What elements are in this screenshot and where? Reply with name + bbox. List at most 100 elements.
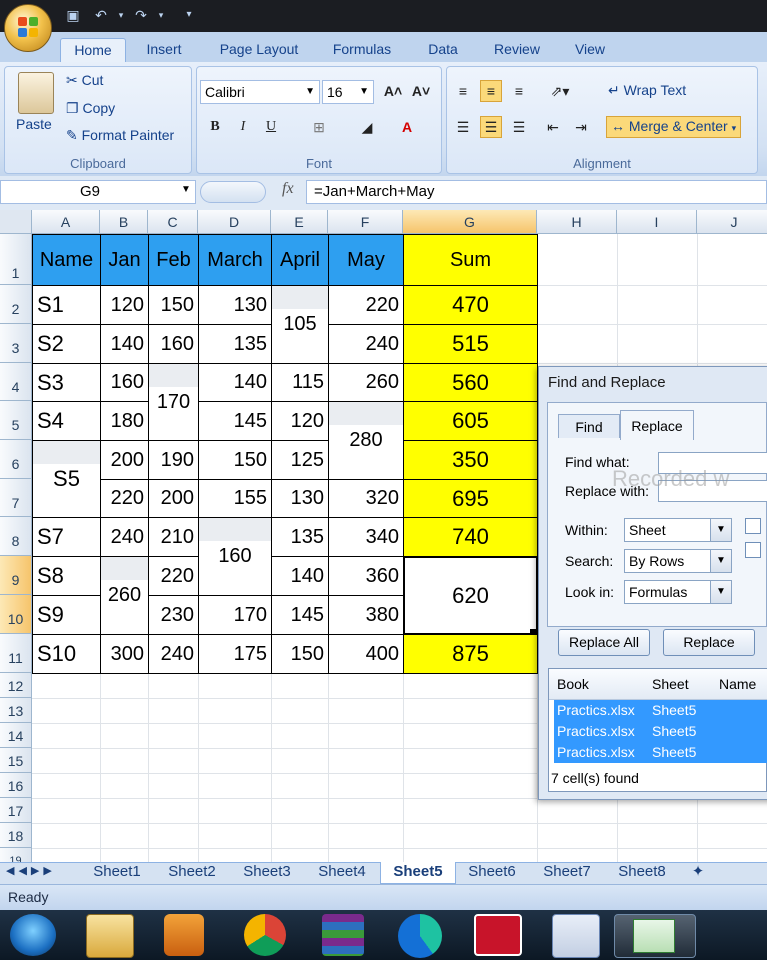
feb-cell[interactable]: 150 (148, 285, 199, 325)
undo-icon[interactable]: ↶ (92, 6, 110, 24)
april-cell[interactable]: 120 (271, 401, 329, 441)
sheet-tab-8[interactable]: Sheet8 (607, 862, 677, 883)
row-header-5[interactable]: 5 (0, 401, 32, 440)
sum-cell[interactable]: 875 (403, 634, 538, 674)
may-cell[interactable]: 360 (328, 556, 404, 596)
windows-start-icon[interactable] (10, 914, 56, 956)
sum-cell[interactable]: 515 (403, 324, 538, 364)
search-select[interactable]: By Rows ▼ (624, 549, 732, 573)
tab-data[interactable]: Data (418, 38, 468, 62)
header-cell-jan[interactable]: Jan (100, 234, 149, 286)
tab-replace[interactable]: Replace (620, 410, 694, 440)
april-cell[interactable]: 150 (271, 634, 329, 674)
row-header-9[interactable]: 9 (0, 556, 32, 595)
paste-icon[interactable] (18, 72, 54, 114)
row-header-17[interactable]: 17 (0, 798, 32, 823)
feb-cell-merged[interactable]: 170 (148, 363, 199, 441)
sheet-nav-arrows-icon[interactable]: ◀◀▶▶ (6, 864, 56, 877)
jan-cell[interactable]: 220 (100, 479, 149, 518)
column-header-e[interactable]: E (271, 210, 328, 234)
replace-button[interactable]: Replace (663, 629, 755, 656)
excel-taskbar-button[interactable] (614, 914, 696, 958)
row-header-7[interactable]: 7 (0, 479, 32, 517)
may-cell[interactable]: 340 (328, 517, 404, 557)
font-name-box[interactable]: Calibri ▼ (200, 80, 320, 104)
undo-dropdown-icon[interactable]: ▾ (112, 6, 130, 24)
tab-review[interactable]: Review (486, 38, 548, 62)
wrap-text-button[interactable]: ↵ Wrap Text (608, 82, 686, 99)
row-header-15[interactable]: 15 (0, 748, 32, 773)
row-header-16[interactable]: 16 (0, 773, 32, 798)
sum-cell[interactable]: 350 (403, 440, 538, 480)
cut-button[interactable]: ✂ Cut (66, 72, 103, 89)
april-cell[interactable]: 125 (271, 440, 329, 480)
march-cell[interactable]: 170 (198, 595, 272, 635)
jan-cell[interactable]: 180 (100, 401, 149, 441)
sum-cell[interactable]: 470 (403, 285, 538, 325)
media-player-icon[interactable] (164, 914, 204, 956)
name-cell[interactable]: S4 (32, 401, 101, 441)
may-cell[interactable]: 400 (328, 634, 404, 674)
name-cell-merged[interactable]: S5 (32, 440, 101, 518)
header-cell-april[interactable]: April (271, 234, 329, 286)
row-header-2[interactable]: 2 (0, 285, 32, 324)
row-header-12[interactable]: 12 (0, 673, 32, 698)
column-header-c[interactable]: C (148, 210, 198, 234)
column-header-h[interactable]: H (537, 210, 617, 234)
header-cell-may[interactable]: May (328, 234, 404, 286)
screen-recorder-icon[interactable] (474, 914, 522, 956)
may-cell-merged[interactable]: 280 (328, 401, 404, 480)
jan-cell[interactable]: 120 (100, 285, 149, 325)
fill-color-icon[interactable]: ◢ (356, 116, 378, 138)
row-header-1[interactable]: 1 (0, 234, 32, 285)
font-size-box[interactable]: 16 ▼ (322, 80, 374, 104)
header-cell-sum[interactable]: Sum (403, 234, 538, 286)
april-cell[interactable]: 115 (271, 363, 329, 402)
feb-cell[interactable]: 240 (148, 634, 199, 674)
name-cell[interactable]: S7 (32, 517, 101, 557)
align-left-icon[interactable]: ☰ (452, 116, 474, 138)
underline-button[interactable]: U (260, 116, 282, 138)
redo-dropdown-icon[interactable]: ▾ (152, 6, 170, 24)
april-cell[interactable]: 140 (271, 556, 329, 596)
march-cell[interactable]: 140 (198, 363, 272, 402)
sum-cell[interactable]: 560 (403, 363, 538, 402)
may-cell[interactable]: 380 (328, 595, 404, 635)
may-cell[interactable]: 240 (328, 324, 404, 364)
tab-find[interactable]: Find (558, 414, 620, 438)
select-all-corner[interactable] (0, 210, 32, 234)
march-cell[interactable]: 150 (198, 440, 272, 480)
feb-cell[interactable]: 200 (148, 479, 199, 518)
jan-cell[interactable]: 240 (100, 517, 149, 557)
results-row[interactable]: Practics.xlsx Sheet5 (554, 742, 767, 763)
name-cell[interactable]: S1 (32, 285, 101, 325)
jan-cell[interactable]: 160 (100, 363, 149, 402)
jan-cell-merged[interactable]: 260 (100, 556, 149, 635)
column-header-f[interactable]: F (328, 210, 403, 234)
align-right-icon[interactable]: ☰ (508, 116, 530, 138)
results-column-name[interactable]: Name (719, 676, 756, 692)
decrease-indent-icon[interactable]: ⇤ (542, 116, 564, 138)
column-header-g[interactable]: G (403, 210, 537, 234)
row-header-14[interactable]: 14 (0, 723, 32, 748)
edge-icon[interactable] (398, 914, 442, 958)
sheet-tab-4[interactable]: Sheet4 (307, 862, 377, 883)
sheet-tab-2[interactable]: Sheet2 (157, 862, 227, 883)
sheet-tab-3[interactable]: Sheet3 (232, 862, 302, 883)
insert-sheet-icon[interactable]: ✦ (686, 862, 710, 883)
march-cell[interactable]: 130 (198, 285, 272, 325)
row-header-3[interactable]: 3 (0, 324, 32, 363)
word-icon[interactable] (552, 914, 600, 958)
march-cell[interactable]: 145 (198, 401, 272, 441)
row-header-18[interactable]: 18 (0, 823, 32, 848)
april-cell[interactable]: 130 (271, 479, 329, 518)
march-cell[interactable]: 175 (198, 634, 272, 674)
results-row[interactable]: Practics.xlsx Sheet5 (554, 721, 767, 742)
merge-center-button[interactable]: ↔ Merge & Center ▾ (606, 116, 742, 138)
may-cell[interactable]: 260 (328, 363, 404, 402)
march-cell[interactable]: 155 (198, 479, 272, 518)
name-cell[interactable]: S2 (32, 324, 101, 364)
replace-all-button[interactable]: Replace All (558, 629, 650, 656)
align-bottom-icon[interactable]: ≡ (508, 80, 530, 102)
italic-button[interactable]: I (232, 116, 254, 138)
